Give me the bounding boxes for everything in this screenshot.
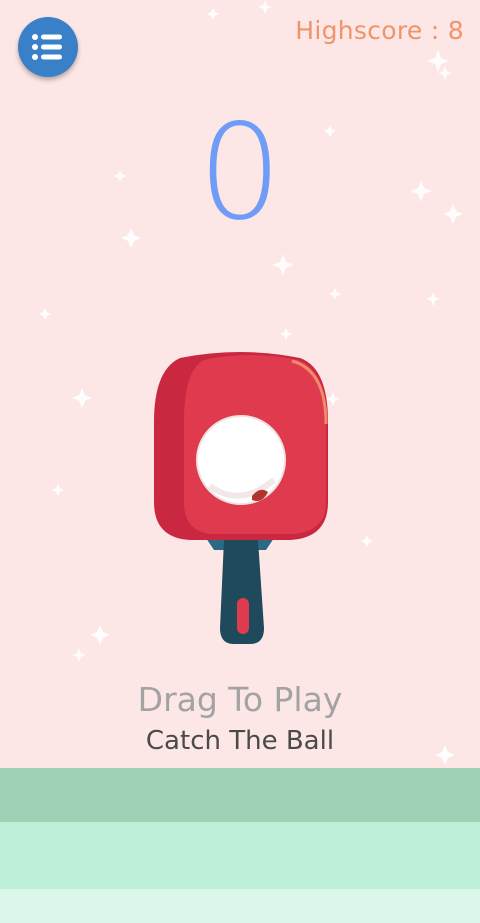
star-icon	[39, 308, 51, 320]
star-icon	[361, 535, 373, 547]
star-icon	[329, 288, 341, 300]
star-icon	[207, 8, 219, 20]
star-icon	[438, 66, 452, 80]
star-icon	[52, 484, 64, 496]
star-icon	[272, 254, 294, 276]
paddle-icon	[154, 352, 328, 644]
ground-middle-stripe	[0, 822, 480, 889]
paddle[interactable]	[140, 352, 340, 652]
star-icon	[90, 625, 110, 645]
star-icon	[258, 0, 272, 14]
drag-to-play-text: Drag To Play	[137, 680, 343, 719]
catch-the-ball-text: Catch The Ball	[145, 726, 335, 756]
star-icon	[72, 648, 86, 662]
star-icon	[426, 292, 440, 306]
ground-top-stripe	[0, 768, 480, 822]
list-icon	[32, 34, 62, 60]
ground-bottom-stripe	[0, 889, 480, 923]
highscore-label: Highscore : 8	[295, 16, 464, 45]
star-icon	[280, 328, 292, 340]
menu-button[interactable]	[18, 17, 78, 77]
star-icon	[72, 388, 92, 408]
score-counter: 0	[198, 96, 282, 250]
